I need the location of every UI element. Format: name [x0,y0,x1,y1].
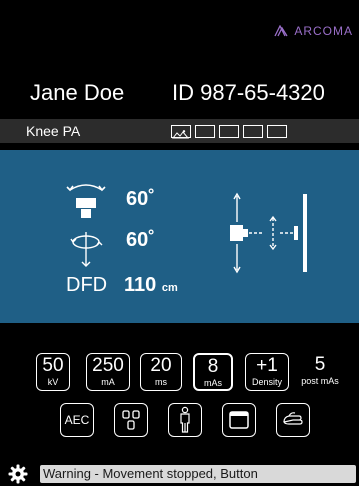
mas-button[interactable]: 8 mAs [193,353,233,391]
ms-unit: ms [155,377,167,387]
tube-rotation-angle: 60˚ [126,229,155,251]
ms-button[interactable]: 20 ms [140,353,182,391]
ma-unit: mA [101,377,115,387]
tube-tilt-angle: 60˚ [126,188,155,210]
density-unit: Density [251,377,282,387]
thumbnail-empty[interactable] [243,125,263,138]
post-mas-unit: post mAs [301,376,339,386]
dfd-unit: cm [161,282,178,294]
kv-button[interactable]: 50 kV [36,353,70,391]
patient-position-button[interactable] [168,403,202,437]
brand-name: ARCOMA [294,24,353,38]
post-mas-value: 5 [314,354,326,375]
patient-name: Jane Doe [30,80,125,105]
dfd-value: 110 cm [124,274,178,297]
aec-button[interactable]: AEC [60,403,94,437]
status-bar: Warning - Movement stopped, Button [0,462,359,486]
ma-value: 250 [92,355,124,376]
tube-tilt-icon [66,184,106,218]
thumbnail-empty[interactable] [195,125,215,138]
gear-icon[interactable] [8,464,28,484]
mas-unit: mAs [204,378,222,388]
density-button[interactable]: +1 Density [245,353,289,391]
aec-label: AEC [64,413,90,427]
aec-chambers-button[interactable] [114,403,148,437]
dfd-number: 110 [124,274,157,296]
detector-icon [229,411,249,429]
warning-message: Warning - Movement stopped, Button [40,465,356,483]
ma-button[interactable]: 250 mA [86,353,130,391]
exam-name[interactable]: Knee PA [26,123,80,139]
tube-rotation-icon [70,232,103,267]
tube-to-detector-alignment-icon [230,192,307,274]
kv-unit: kV [47,377,59,387]
image-icon [171,130,190,139]
hand-switch-icon [283,412,303,425]
mas-value: 8 [207,356,219,377]
arcoma-logo-icon [274,25,288,37]
image-thumbnails [171,125,287,139]
ms-value: 20 [150,355,172,376]
kv-value: 50 [42,355,64,376]
density-value: +1 [256,355,278,376]
exam-bar: Knee PA [0,119,359,143]
dfd-label: DFD [66,274,108,296]
hand-switch-button[interactable] [276,403,310,437]
brand-logo: ARCOMA [274,24,353,38]
thumbnail-empty[interactable] [219,125,239,138]
thumbnail-empty[interactable] [267,125,287,138]
post-mas-display: 5 post mAs [297,353,343,391]
aec-chambers-icon [122,410,140,430]
thumbnail-image[interactable] [171,125,191,139]
patient-header: Jane Doe ID 987-65-4320 [0,80,359,108]
patient-standing-icon [180,406,190,433]
patient-id: ID 987-65-4320 [172,80,325,105]
detector-button[interactable] [222,403,256,437]
positioning-panel: 60˚ 60˚ DFD 110 cm [0,150,359,323]
